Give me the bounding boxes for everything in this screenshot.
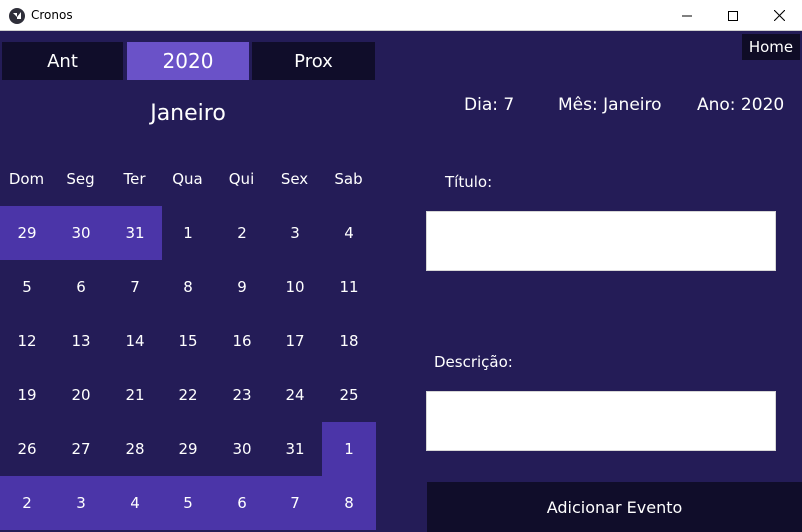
day-cell[interactable]: 24 [268,368,322,422]
day-cell[interactable]: 25 [322,368,376,422]
day-cell[interactable]: 7 [108,260,162,314]
day-cell-other-month[interactable]: 8 [322,476,376,530]
app-logo-icon [9,8,25,24]
description-input[interactable] [426,391,776,451]
day-cell[interactable]: 8 [161,260,215,314]
day-cell-other-month[interactable]: 1 [322,422,376,476]
day-cell[interactable]: 13 [54,314,108,368]
weekday-label: Ter [123,170,146,188]
day-cell[interactable]: 29 [161,422,215,476]
close-button[interactable] [756,0,802,31]
day-cell[interactable]: 2 [215,206,269,260]
selected-day: Dia: 7 [464,95,515,115]
day-cell-other-month[interactable]: 7 [268,476,322,530]
year-button[interactable]: 2020 [127,42,249,80]
minimize-icon [682,15,692,16]
day-cell[interactable]: 23 [215,368,269,422]
day-cell[interactable]: 30 [215,422,269,476]
day-cell[interactable]: 1 [161,206,215,260]
weekday-label: Sab [334,170,363,188]
day-cell[interactable]: 28 [108,422,162,476]
window-title: Cronos [31,8,73,22]
title-bar: Cronos [0,0,802,31]
maximize-icon [728,10,738,21]
day-cell[interactable]: 6 [54,260,108,314]
day-cell-other-month[interactable]: 2 [0,476,54,530]
add-event-button[interactable]: Adicionar Evento [427,482,802,532]
day-cell[interactable]: 9 [215,260,269,314]
previous-year-button[interactable]: Ant [2,42,123,80]
day-cell[interactable]: 21 [108,368,162,422]
day-cell[interactable]: 14 [108,314,162,368]
day-cell-other-month[interactable]: 29 [0,206,54,260]
selected-year: Ano: 2020 [697,95,785,115]
day-cell-other-month[interactable]: 6 [215,476,269,530]
month-title: Janeiro [150,101,226,126]
day-cell[interactable]: 12 [0,314,54,368]
day-cell[interactable]: 19 [0,368,54,422]
day-cell[interactable]: 4 [322,206,376,260]
maximize-button[interactable] [710,0,756,31]
day-cell[interactable]: 31 [268,422,322,476]
day-cell[interactable]: 5 [0,260,54,314]
day-cell[interactable]: 17 [268,314,322,368]
day-cell[interactable]: 10 [268,260,322,314]
day-cell[interactable]: 3 [268,206,322,260]
day-cell-other-month[interactable]: 31 [108,206,162,260]
weekday-label: Sex [280,170,309,188]
day-cell[interactable]: 27 [54,422,108,476]
day-cell[interactable]: 22 [161,368,215,422]
weekday-label: Qua [172,170,203,188]
minimize-button[interactable] [664,0,710,31]
day-cell-other-month[interactable]: 3 [54,476,108,530]
next-year-button[interactable]: Prox [252,42,375,80]
day-cell[interactable]: 16 [215,314,269,368]
title-input[interactable] [426,211,776,271]
home-button[interactable]: Home [742,34,800,60]
day-cell[interactable]: 20 [54,368,108,422]
title-label: Título: [445,173,493,191]
description-label: Descrição: [434,353,513,371]
weekday-label: Seg [66,170,95,188]
day-cell-other-month[interactable]: 4 [108,476,162,530]
close-icon [773,10,785,21]
app-content: Ant 2020 Prox Janeiro Dom Seg Ter Qua Qui Sex… [0,31,802,532]
day-cell-other-month[interactable]: 30 [54,206,108,260]
day-cell[interactable]: 18 [322,314,376,368]
day-cell[interactable]: 26 [0,422,54,476]
day-cell[interactable]: 11 [322,260,376,314]
weekday-label: Qui [228,170,255,188]
weekday-label: Dom [8,170,45,188]
day-cell-other-month[interactable]: 5 [161,476,215,530]
day-cell[interactable]: 15 [161,314,215,368]
selected-month: Mês: Janeiro [558,95,662,115]
